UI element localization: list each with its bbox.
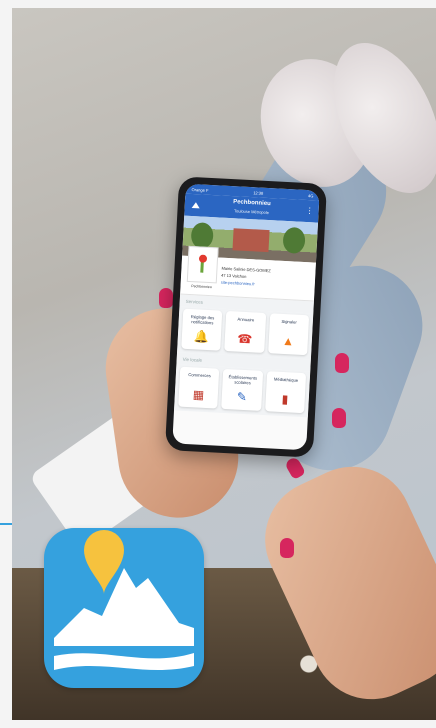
crest-icon (198, 254, 207, 273)
smartphone: Orange F 12:38 4G Pechbonnieu Toulouse M… (164, 176, 328, 458)
fingernail (332, 408, 346, 428)
fingernail (280, 538, 294, 558)
tile-label: Réglage des notifications (190, 314, 215, 326)
app-icon (44, 528, 204, 688)
tile-report[interactable]: Signaler ▲ (267, 313, 310, 356)
crest-label: Pechbonnieu (191, 284, 212, 290)
fingernail (159, 288, 173, 308)
tile-shops[interactable]: Commerces ▦ (178, 366, 220, 409)
shop-icon: ▦ (192, 387, 205, 402)
tile-label: Établissements scolaires (228, 374, 258, 386)
carrier: Orange F (191, 186, 209, 193)
bell-icon: 🔔 (193, 329, 210, 345)
tile-notifications[interactable]: Réglage des notifications 🔔 (181, 308, 223, 351)
tile-label: Médiathèque (273, 376, 299, 383)
mountain-pin-icon (54, 530, 194, 670)
tile-schools[interactable]: Établissements scolaires ✎ (221, 368, 263, 411)
town-crest: Pechbonnieu (186, 245, 219, 289)
tile-row: Réglage des notifications 🔔 Annuaire ☎ S… (177, 306, 314, 360)
menu-icon[interactable]: ⋮ (305, 206, 313, 215)
tree (282, 226, 306, 254)
tile-label: Commerces (188, 372, 211, 379)
network: 4G (307, 192, 314, 198)
contact-card: Pechbonnieu Mairie Salinie DES-GOMEZ 47 … (180, 245, 316, 302)
tree (190, 222, 214, 250)
contact-line: 47 13 Valchon (221, 272, 247, 279)
phone-icon: ☎ (237, 331, 253, 347)
tile-row: Commerces ▦ Établissements scolaires ✎ M… (174, 364, 311, 418)
tile-library[interactable]: Médiathèque ▮ (264, 371, 307, 414)
fingernail (335, 353, 349, 373)
tile-label: Signaler (281, 318, 297, 325)
phone-screen: Orange F 12:38 4G Pechbonnieu Toulouse M… (172, 183, 320, 451)
tile-label: Annuaire (237, 316, 255, 323)
clock: 12:38 (253, 189, 264, 196)
building (232, 228, 270, 253)
cone-icon: ▲ (281, 333, 295, 349)
tile-directory[interactable]: Annuaire ☎ (224, 310, 266, 353)
website-link[interactable]: site-pechbonnieu.fr (221, 280, 255, 287)
book-icon: ▮ (281, 391, 289, 407)
school-icon: ✎ (236, 389, 248, 405)
